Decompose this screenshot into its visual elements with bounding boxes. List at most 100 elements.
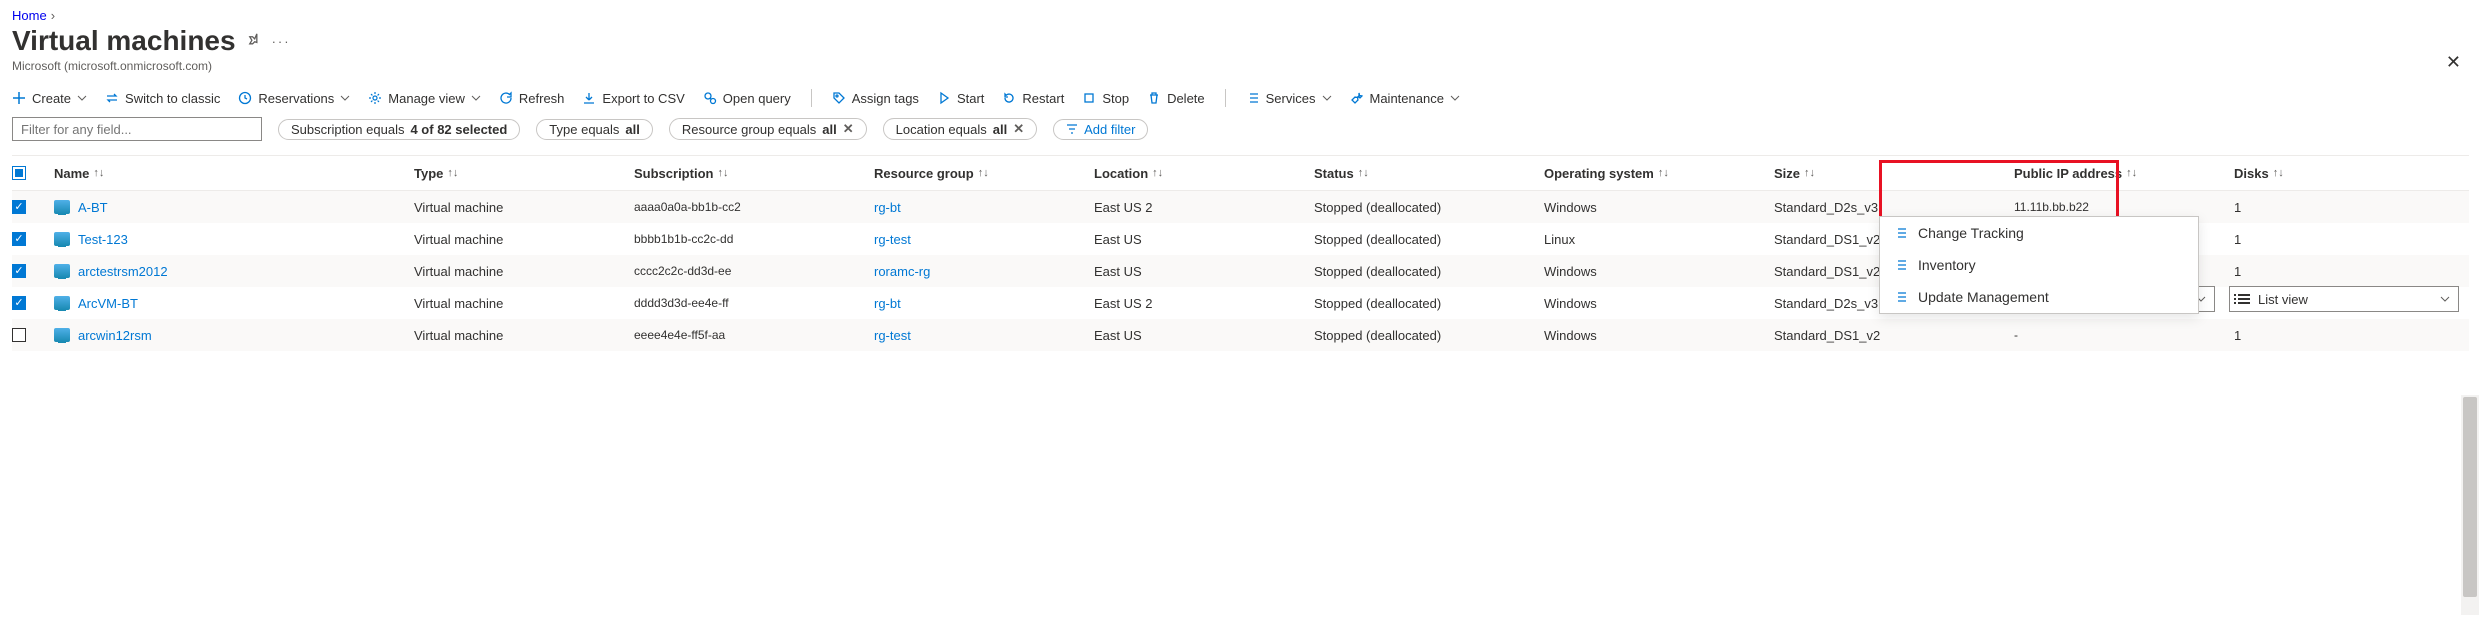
cell-size: Standard_D2s_v3 bbox=[1774, 200, 2014, 215]
manage-view-button[interactable]: Manage view bbox=[368, 91, 481, 106]
query-icon bbox=[703, 91, 717, 105]
stop-button[interactable]: Stop bbox=[1082, 91, 1129, 106]
rg-link[interactable]: rg-bt bbox=[874, 200, 901, 215]
dropdown-item-update-management[interactable]: Update Management bbox=[1880, 281, 2198, 313]
start-button[interactable]: Start bbox=[937, 91, 984, 106]
col-os[interactable]: Operating system↑↓ bbox=[1544, 166, 1774, 181]
col-location[interactable]: Location↑↓ bbox=[1094, 166, 1314, 181]
vm-name-link[interactable]: A-BT bbox=[78, 200, 108, 215]
pill-value: all bbox=[993, 122, 1007, 137]
sort-icon: ↑↓ bbox=[1658, 167, 1669, 179]
filter-pill-location[interactable]: Location equals all ✕ bbox=[883, 118, 1037, 140]
vm-name-link[interactable]: ArcVM-BT bbox=[78, 296, 138, 311]
assign-tags-label: Assign tags bbox=[852, 91, 919, 106]
restart-button[interactable]: Restart bbox=[1002, 91, 1064, 106]
col-name[interactable]: Name↑↓ bbox=[54, 166, 414, 181]
create-button[interactable]: Create bbox=[12, 91, 87, 106]
cell-size: Standard_DS1_v2 bbox=[1774, 328, 2014, 343]
reservations-button[interactable]: Reservations bbox=[238, 91, 350, 106]
rg-link[interactable]: rg-bt bbox=[874, 296, 901, 311]
breadcrumb-home[interactable]: Home bbox=[12, 8, 47, 23]
row-checkbox[interactable] bbox=[12, 200, 26, 214]
col-label: Status bbox=[1314, 166, 1354, 181]
select-all-checkbox[interactable] bbox=[12, 166, 26, 180]
sort-icon: ↑↓ bbox=[717, 167, 728, 179]
open-query-button[interactable]: Open query bbox=[703, 91, 791, 106]
services-label: Services bbox=[1266, 91, 1316, 106]
switch-to-classic-button[interactable]: Switch to classic bbox=[105, 91, 220, 106]
swap-icon bbox=[105, 91, 119, 105]
col-status[interactable]: Status↑↓ bbox=[1314, 166, 1544, 181]
pill-value: all bbox=[822, 122, 836, 137]
col-ip[interactable]: Public IP address ↑↓ bbox=[2014, 166, 2234, 181]
row-checkbox[interactable] bbox=[12, 328, 26, 342]
add-filter-label: Add filter bbox=[1084, 122, 1135, 137]
sort-icon: ↑↓ bbox=[93, 167, 104, 179]
col-label: Public IP address bbox=[2014, 166, 2122, 181]
add-filter-button[interactable]: Add filter bbox=[1053, 119, 1148, 140]
row-checkbox[interactable] bbox=[12, 232, 26, 246]
cell-type: Virtual machine bbox=[414, 232, 634, 247]
cell-status: Stopped (deallocated) bbox=[1314, 232, 1544, 247]
scrollbar-thumb[interactable] bbox=[2463, 397, 2477, 597]
delete-label: Delete bbox=[1167, 91, 1205, 106]
more-icon[interactable]: ··· bbox=[272, 34, 291, 49]
cell-subscription: dddd3d3d-ee4e-ff bbox=[634, 296, 874, 310]
vertical-scrollbar[interactable] bbox=[2461, 395, 2479, 615]
cell-subscription: cccc2c2c-dd3d-ee bbox=[634, 264, 874, 278]
clock-icon bbox=[238, 91, 252, 105]
filter-pill-subscription[interactable]: Subscription equals 4 of 82 selected bbox=[278, 119, 520, 140]
table-row[interactable]: arcwin12rsmVirtual machineeeee4e4e-ff5f-… bbox=[12, 319, 2469, 351]
rg-link[interactable]: roramc-rg bbox=[874, 264, 930, 279]
sort-icon: ↑↓ bbox=[447, 167, 458, 179]
col-label: Type bbox=[414, 166, 443, 181]
breadcrumb: Home › bbox=[12, 8, 2469, 23]
cell-status: Stopped (deallocated) bbox=[1314, 200, 1544, 215]
create-label: Create bbox=[32, 91, 71, 106]
pin-icon[interactable] bbox=[246, 33, 262, 49]
stop-label: Stop bbox=[1102, 91, 1129, 106]
vm-name-link[interactable]: arcwin12rsm bbox=[78, 328, 152, 343]
assign-tags-button[interactable]: Assign tags bbox=[832, 91, 919, 106]
row-checkbox[interactable] bbox=[12, 264, 26, 278]
list-icon bbox=[1894, 226, 1908, 240]
separator bbox=[1225, 89, 1226, 107]
rg-link[interactable]: rg-test bbox=[874, 328, 911, 343]
col-subscription[interactable]: Subscription ↑↓ bbox=[634, 166, 874, 181]
dropdown-item-change-tracking[interactable]: Change Tracking bbox=[1880, 217, 2198, 249]
col-type[interactable]: Type ↑↓ bbox=[414, 166, 634, 181]
remove-filter-icon[interactable]: ✕ bbox=[1013, 121, 1024, 137]
export-csv-button[interactable]: Export to CSV bbox=[582, 91, 684, 106]
delete-button[interactable]: Delete bbox=[1147, 91, 1205, 106]
sort-icon: ↑↓ bbox=[2273, 167, 2284, 179]
col-disks[interactable]: Disks↑↓ bbox=[2234, 166, 2464, 181]
col-label: Subscription bbox=[634, 166, 713, 181]
vm-icon bbox=[54, 232, 70, 246]
filter-pill-type[interactable]: Type equals all bbox=[536, 119, 653, 140]
dropdown-label: Update Management bbox=[1918, 289, 2049, 305]
pill-value: 4 of 82 selected bbox=[410, 122, 507, 137]
rg-link[interactable]: rg-test bbox=[874, 232, 911, 247]
filter-input[interactable] bbox=[12, 117, 262, 141]
refresh-button[interactable]: Refresh bbox=[499, 91, 565, 106]
list-view-select[interactable]: List view bbox=[2229, 286, 2459, 312]
remove-filter-icon[interactable]: ✕ bbox=[843, 121, 854, 137]
row-checkbox[interactable] bbox=[12, 296, 26, 310]
subtitle: Microsoft (microsoft.onmicrosoft.com) bbox=[12, 59, 2469, 73]
col-size[interactable]: Size↑↓ bbox=[1774, 166, 2014, 181]
pill-value: all bbox=[625, 122, 639, 137]
vm-name-link[interactable]: Test-123 bbox=[78, 232, 128, 247]
vm-name-link[interactable]: arctestrsm2012 bbox=[78, 264, 168, 279]
vm-icon bbox=[54, 200, 70, 214]
close-icon[interactable]: ✕ bbox=[2446, 52, 2461, 73]
cell-location: East US bbox=[1094, 264, 1314, 279]
col-resource-group[interactable]: Resource group↑↓ bbox=[874, 166, 1094, 181]
cell-os: Windows bbox=[1544, 264, 1774, 279]
filter-pill-resource-group[interactable]: Resource group equals all ✕ bbox=[669, 118, 867, 140]
pill-label: Location equals bbox=[896, 122, 987, 137]
chevron-right-icon: › bbox=[51, 8, 55, 23]
sort-icon: ↑↓ bbox=[2126, 167, 2137, 179]
services-button[interactable]: Services bbox=[1246, 91, 1332, 106]
maintenance-button[interactable]: Maintenance bbox=[1350, 91, 1460, 106]
dropdown-item-inventory[interactable]: Inventory bbox=[1880, 249, 2198, 281]
